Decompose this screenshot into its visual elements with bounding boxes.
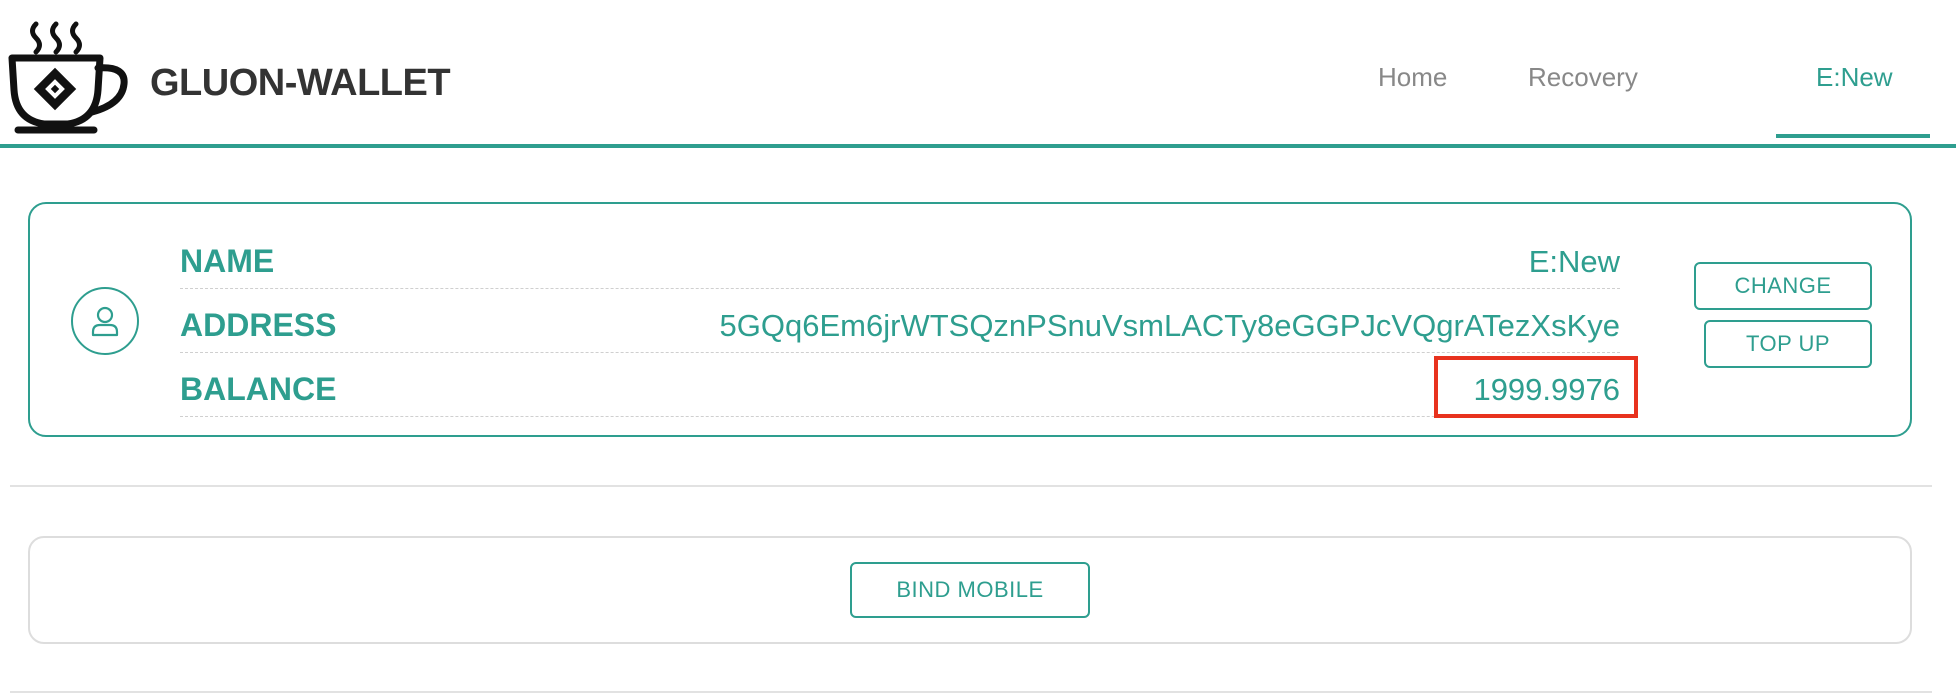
address-value: 5GQq6Em6jrWTSQznPSnuVsmLACTy8eGGPJcVQgrA… (719, 308, 1620, 343)
bind-mobile-button[interactable]: BIND MOBILE (850, 562, 1090, 618)
top-up-button[interactable]: TOP UP (1704, 320, 1872, 368)
nav-account-active[interactable]: E:New (1816, 62, 1893, 93)
app-title: GLUON-WALLET (150, 62, 451, 104)
section-divider (10, 485, 1932, 487)
change-button[interactable]: CHANGE (1694, 262, 1872, 310)
name-label: NAME (180, 243, 275, 279)
avatar (71, 287, 139, 355)
nav-home[interactable]: Home (1378, 62, 1447, 93)
user-icon (91, 306, 119, 337)
account-card: NAME E:New ADDRESS 5GQq6Em6jrWTSQznPSnuV… (28, 202, 1912, 437)
info-row-name: NAME E:New (180, 226, 1620, 289)
header: GLUON-WALLET Home Recovery E:New (0, 0, 1956, 148)
active-tab-indicator (1776, 134, 1930, 138)
bind-card: BIND MOBILE (28, 536, 1912, 644)
balance-label: BALANCE (180, 371, 337, 407)
address-label: ADDRESS (180, 307, 337, 343)
name-value: E:New (1528, 244, 1620, 279)
bottom-divider (10, 691, 1932, 693)
nav-recovery[interactable]: Recovery (1528, 62, 1638, 93)
wallet-app: GLUON-WALLET Home Recovery E:New NAME E:… (0, 0, 1956, 694)
balance-value: 1999.9976 (1473, 372, 1620, 407)
info-row-address: ADDRESS 5GQq6Em6jrWTSQznPSnuVsmLACTy8eGG… (180, 290, 1620, 353)
steaming-cup-chip-logo-icon (8, 21, 128, 134)
info-row-balance: BALANCE 1999.9976 (180, 354, 1620, 417)
